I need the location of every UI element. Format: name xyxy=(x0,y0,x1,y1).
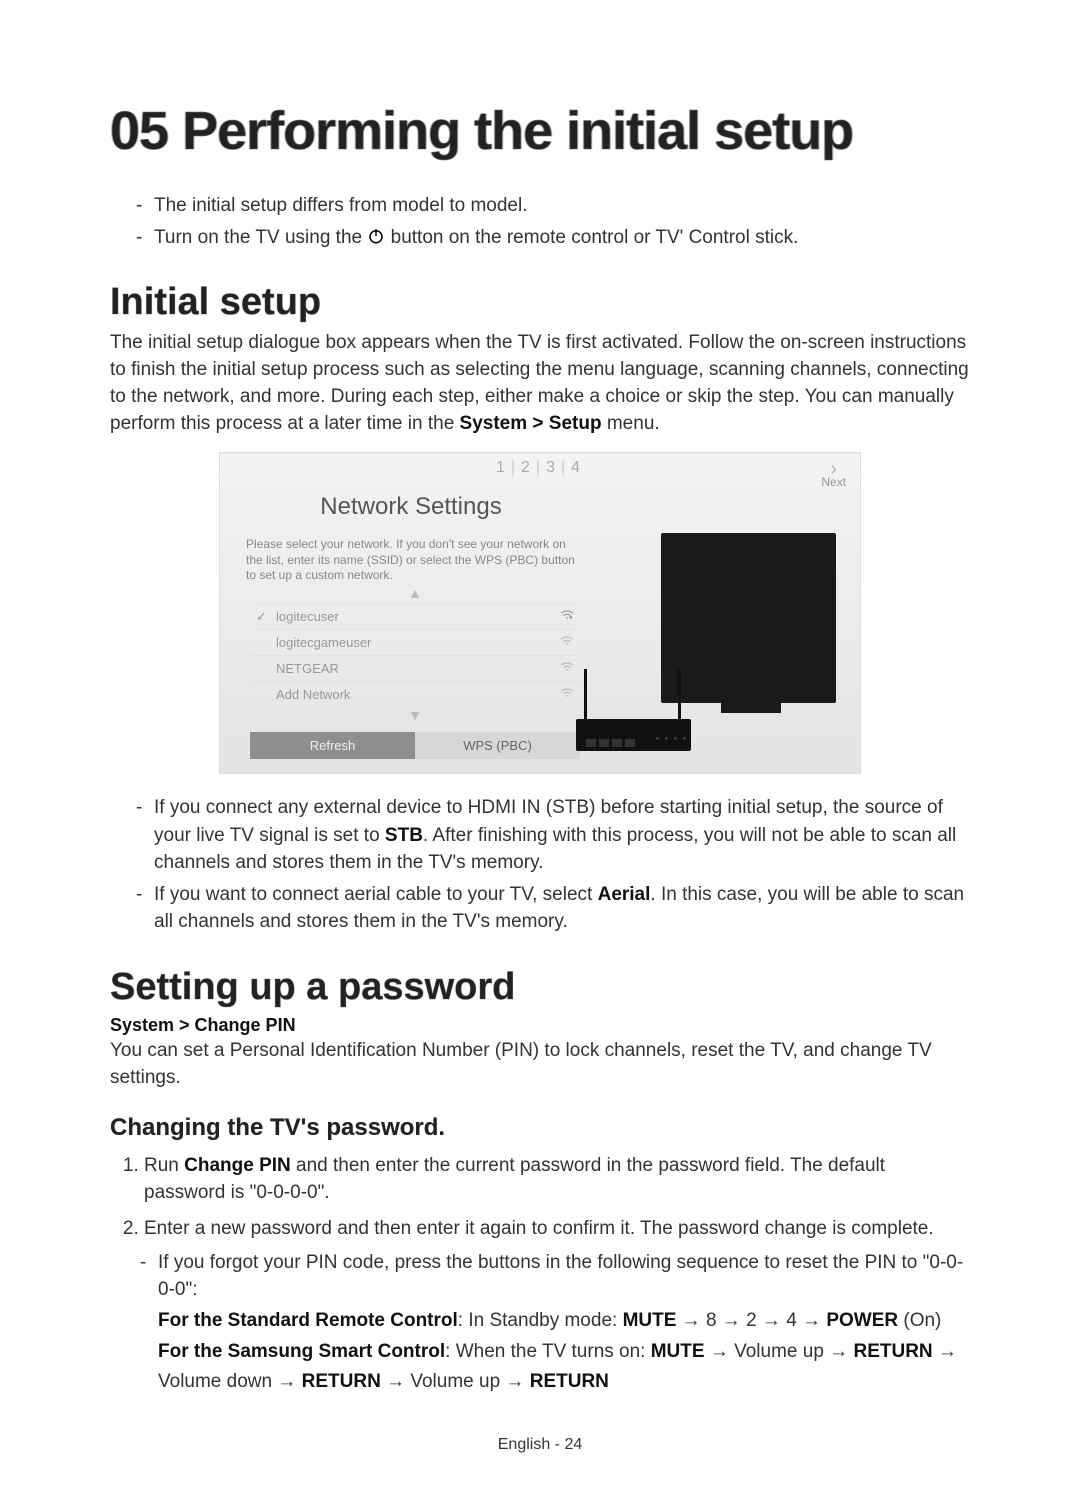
network-item-add[interactable]: Add Network xyxy=(250,681,580,707)
hardware-illustration: • • • • xyxy=(596,503,836,763)
panel-title: Network Settings xyxy=(262,493,560,521)
footer-sep: - xyxy=(550,1436,564,1453)
network-item[interactable]: logitecgameuser xyxy=(250,629,580,655)
post-note-1-bold: STB xyxy=(385,825,423,846)
wifi-icon xyxy=(560,634,574,651)
step-2: 2 xyxy=(521,459,534,476)
post-note-1: If you connect any external device to HD… xyxy=(140,794,970,877)
standard-remote-pre: : In Standby mode: xyxy=(458,1310,623,1331)
next-button[interactable]: › Next xyxy=(821,463,846,489)
chapter-title-text: Performing the initial setup xyxy=(182,101,853,161)
step-1: 1 xyxy=(496,459,509,476)
section-initial-body: The initial setup dialogue box appears w… xyxy=(110,330,970,438)
standard-remote-power: POWER xyxy=(826,1310,898,1331)
post-screenshot-notes: If you connect any external device to HD… xyxy=(110,794,970,936)
footer-lang: English xyxy=(498,1436,550,1453)
section-initial-body-post: menu. xyxy=(602,413,660,434)
step-3: 3 xyxy=(546,459,559,476)
smart-remote-return-2: RETURN xyxy=(302,1371,381,1392)
post-note-2-pre: If you want to connect aerial cable to y… xyxy=(154,884,598,905)
step-1: Run Change PIN and then enter the curren… xyxy=(144,1152,970,1207)
menu-path: System > Change PIN xyxy=(110,1015,970,1036)
chevron-right-icon: › xyxy=(821,463,846,475)
wps-pbc-button[interactable]: WPS (PBC) xyxy=(415,732,580,759)
standard-remote-label: For the Standard Remote Control xyxy=(158,1310,458,1331)
step-2: Enter a new password and then enter it a… xyxy=(144,1215,970,1243)
intro-note-2: Turn on the TV using the button on the r… xyxy=(140,224,970,252)
intro-note-2-pre: Turn on the TV using the xyxy=(154,227,367,248)
step-1-bold: Change PIN xyxy=(184,1155,291,1176)
wizard-step-indicator: 1|2|3|4 xyxy=(220,459,860,477)
network-item[interactable]: NETGEAR xyxy=(250,655,580,681)
router-ports-icon xyxy=(586,739,635,747)
subsection-change-title: Changing the TV's password. xyxy=(110,1114,970,1142)
tv-icon xyxy=(661,533,836,703)
network-list: ▲ logitecuser logitecgameuser NETGEAR Ad… xyxy=(250,585,580,725)
page-footer: English - 24 xyxy=(0,1436,1080,1454)
router-antenna-icon xyxy=(584,669,587,719)
chapter-number: 05 xyxy=(110,101,168,161)
router-leds-icon: • • • • xyxy=(656,734,688,743)
smart-remote-sequence-cont: Volume down → RETURN → Volume up → RETUR… xyxy=(110,1368,970,1397)
smart-remote-return-3: RETURN xyxy=(530,1371,609,1392)
section-initial-body-bold: System > Setup xyxy=(460,413,602,434)
router-antenna-icon xyxy=(678,669,681,719)
section-password-body: You can set a Personal Identification Nu… xyxy=(110,1038,970,1092)
smart-remote-pre: : When the TV turns on: xyxy=(445,1341,651,1362)
standard-remote-sequence: For the Standard Remote Control: In Stan… xyxy=(110,1307,970,1336)
manual-page: 05 Performing the initial setup The init… xyxy=(0,0,1080,1494)
refresh-button[interactable]: Refresh xyxy=(250,732,415,759)
network-item-selected[interactable]: logitecuser xyxy=(250,603,580,629)
intro-note-2-post: button on the remote control or TV' Cont… xyxy=(385,227,798,248)
network-settings-screenshot: 1|2|3|4 › Next Network Settings Please s… xyxy=(219,452,861,774)
post-note-2: If you want to connect aerial cable to y… xyxy=(140,881,970,936)
standard-remote-keys: MUTE xyxy=(623,1310,677,1331)
network-name: logitecuser xyxy=(256,609,560,624)
smart-remote-mute: MUTE xyxy=(651,1341,705,1362)
forgot-pin-text: If you forgot your PIN code, press the b… xyxy=(144,1250,970,1303)
power-icon xyxy=(367,227,385,248)
panel-description: Please select your network. If you don't… xyxy=(246,537,576,584)
section-password-title: Setting up a password xyxy=(110,966,970,1009)
smart-remote-sequence: For the Samsung Smart Control: When the … xyxy=(110,1338,970,1367)
scroll-up-icon[interactable]: ▲ xyxy=(250,585,580,603)
step-1-pre: Run xyxy=(144,1155,184,1176)
forgot-pin-note: If you forgot your PIN code, press the b… xyxy=(110,1250,970,1303)
wifi-locked-icon xyxy=(560,608,574,625)
panel-buttons: Refresh WPS (PBC) xyxy=(250,732,580,759)
change-pin-steps: Run Change PIN and then enter the curren… xyxy=(110,1152,970,1243)
network-name: Add Network xyxy=(256,687,560,702)
tv-stand-icon xyxy=(721,703,781,713)
section-initial-title: Initial setup xyxy=(110,281,970,324)
network-name: NETGEAR xyxy=(256,661,560,676)
next-label: Next xyxy=(821,475,846,489)
step-4: 4 xyxy=(571,459,584,476)
scroll-down-icon[interactable]: ▼ xyxy=(250,707,580,725)
post-note-2-bold: Aerial xyxy=(598,884,651,905)
chapter-title: 05 Performing the initial setup xyxy=(110,100,970,162)
network-name: logitecgameuser xyxy=(256,635,560,650)
smart-remote-label: For the Samsung Smart Control xyxy=(158,1341,445,1362)
footer-page: 24 xyxy=(564,1436,582,1453)
smart-remote-return-1: RETURN xyxy=(853,1341,932,1362)
wifi-icon xyxy=(560,686,574,703)
intro-note-1: The initial setup differs from model to … xyxy=(140,192,970,220)
intro-notes-list: The initial setup differs from model to … xyxy=(110,192,970,251)
wifi-icon xyxy=(560,660,574,677)
